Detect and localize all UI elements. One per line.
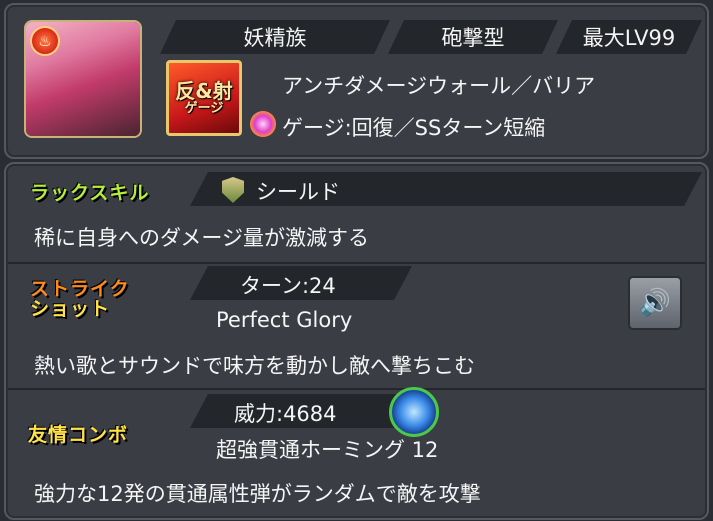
skills-panel [4,162,709,520]
combo-description: 強力な12発の貫通属性弾がランダムで敵を攻撃 [34,482,481,506]
voice-play-button[interactable]: 🔊 [628,276,682,330]
race-label: 妖精族 [243,26,307,50]
gimmick-badge-line2: ゲージ [184,100,224,116]
reflect-gauge-badge-icon: 反&射 ゲージ [166,60,242,136]
friendship-combo-label: 友情コンボ [28,424,129,446]
gauge-ability-text: ゲージ:回復／SSターン短縮 [282,116,546,140]
combo-power: 威力:4684 [234,402,337,426]
gimmick-badge-line1: 反&射 [175,78,233,103]
ability-text: アンチダメージウォール／バリア [282,74,596,98]
combo-name: 超強貫通ホーミング 12 [216,438,439,462]
gauge-ability-icon [250,111,276,137]
strike-shot-description: 熱い歌とサウンドで味方を動かし敵へ撃ちこむ [34,354,475,378]
strike-shot-label: ストライク ショット [30,278,130,320]
homing-combo-icon [389,387,439,437]
speaker-icon: 🔊 [638,288,672,318]
strike-shot-label-line2: ショット [30,297,111,320]
divider [8,262,705,264]
strike-shot-label-line1: ストライク [30,278,130,300]
luck-skill-name: シールド [256,180,340,204]
type-tag: 砲撃型 [388,20,558,54]
type-label: 砲撃型 [441,26,505,50]
max-level-tag: 最大LV99 [556,20,702,54]
strike-shot-turns: ターン:24 [240,274,336,298]
luck-skill-description: 稀に自身へのダメージ量が激減する [34,226,369,250]
divider [8,388,705,390]
strike-shot-name: Perfect Glory [216,308,353,332]
max-level-label: 最大LV99 [582,26,676,50]
race-tag: 妖精族 [160,20,390,54]
fire-element-icon: ♨ [30,26,60,56]
luck-skill-label: ラックスキル [30,182,150,204]
